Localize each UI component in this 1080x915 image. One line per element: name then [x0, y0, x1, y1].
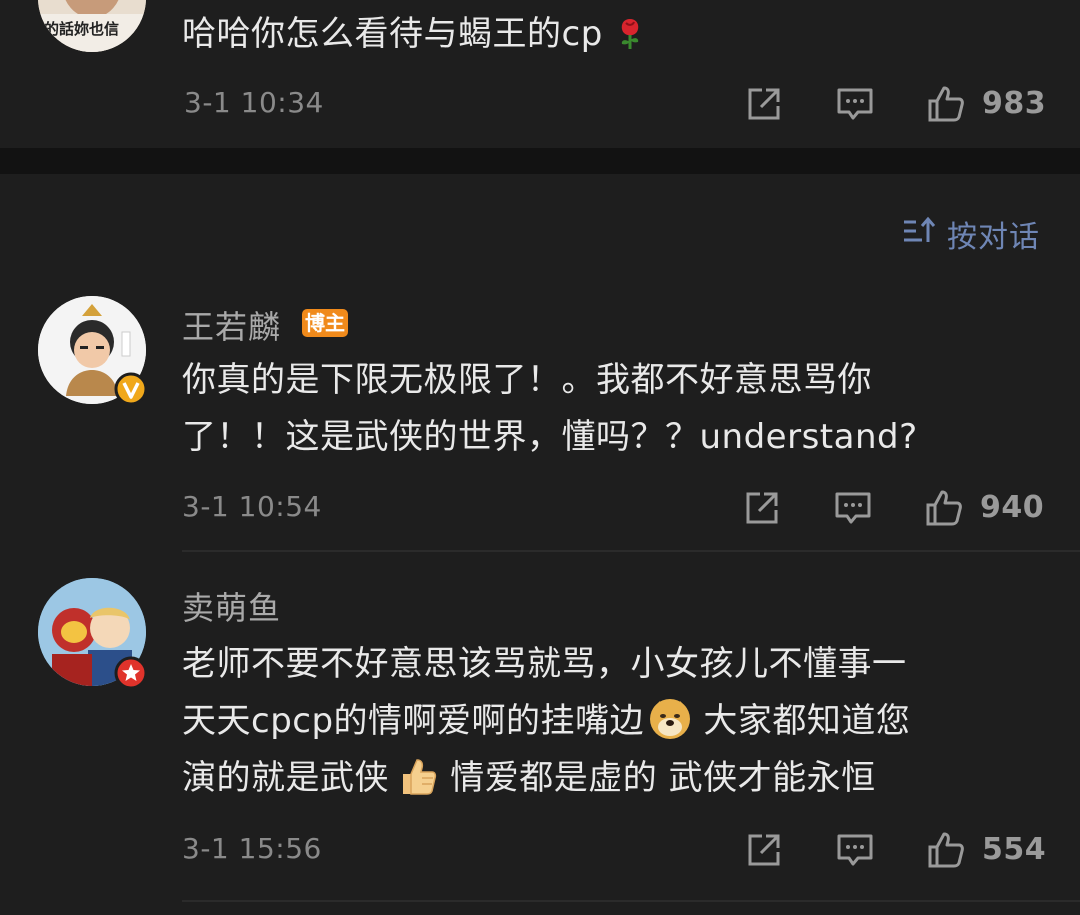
comment-time: 3-1 10:54 [182, 490, 322, 523]
comment-divider [182, 550, 1080, 552]
comment-icon[interactable] [835, 84, 875, 124]
verified-icon [114, 372, 148, 406]
comment-text: 你真的是下限无极限了！。我都不好意思骂你 了！！这是武侠的世界，懂吗？？unde… [182, 352, 918, 466]
comment-text: 哈哈你怎么看待与蝎王的cp [182, 6, 649, 63]
member-badge-icon [114, 656, 148, 690]
comment-segment: 演的就是武侠 [182, 758, 389, 798]
comment-line: 天天cpcp的情啊爱啊的挂嘴边 大家都知道您 [182, 693, 910, 750]
like-icon[interactable] [926, 84, 966, 124]
avatar[interactable]: 的話妳也信 [38, 0, 146, 52]
username[interactable]: 卖萌鱼 [182, 583, 281, 629]
comment-line: 你真的是下限无极限了！。我都不好意思骂你 [182, 360, 872, 400]
doge-icon [650, 699, 691, 739]
sort-icon[interactable] [902, 214, 936, 248]
share-icon[interactable] [744, 84, 784, 124]
comment-segment: 大家都知道您 [692, 701, 911, 741]
comment-line: 老师不要不好意思该骂就骂，小女孩儿不懂事一 [182, 644, 907, 684]
comment-icon[interactable] [833, 488, 873, 528]
comment-divider [182, 900, 1080, 902]
section-separator [0, 148, 1080, 174]
comment-body: 哈哈你怎么看待与蝎王的cp [182, 14, 603, 54]
comment-time: 3-1 15:56 [182, 832, 322, 865]
thumbs-up-icon [403, 759, 437, 795]
comment-line: 演的就是武侠 情爱都是虚的 武侠才能永恒 [182, 750, 910, 807]
rose-icon [621, 19, 639, 49]
like-icon[interactable] [926, 830, 966, 870]
like-count: 940 [980, 490, 1045, 525]
like-count: 983 [982, 86, 1047, 121]
like-count: 554 [982, 832, 1047, 867]
share-icon[interactable] [742, 488, 782, 528]
username[interactable]: 王若麟 [182, 302, 281, 348]
comment-segment: 天天cpcp的情啊爱啊的挂嘴边 [182, 701, 645, 741]
author-badge: 博主 [302, 309, 348, 337]
sort-by-conversation-button[interactable]: 按对话 [947, 212, 1040, 256]
comment-text: 老师不要不好意思该骂就骂，小女孩儿不懂事一 天天cpcp的情啊爱啊的挂嘴边 大家… [182, 636, 910, 807]
comment-time: 3-1 10:34 [184, 86, 324, 119]
comment-line: 了！！这是武侠的世界，懂吗？？understand? [182, 417, 918, 457]
avatar-caption: 的話妳也信 [44, 20, 120, 38]
share-icon[interactable] [744, 830, 784, 870]
like-icon[interactable] [924, 488, 964, 528]
comment-icon[interactable] [835, 830, 875, 870]
comment-segment: 情爱都是虚的 武侠才能永恒 [439, 758, 876, 798]
